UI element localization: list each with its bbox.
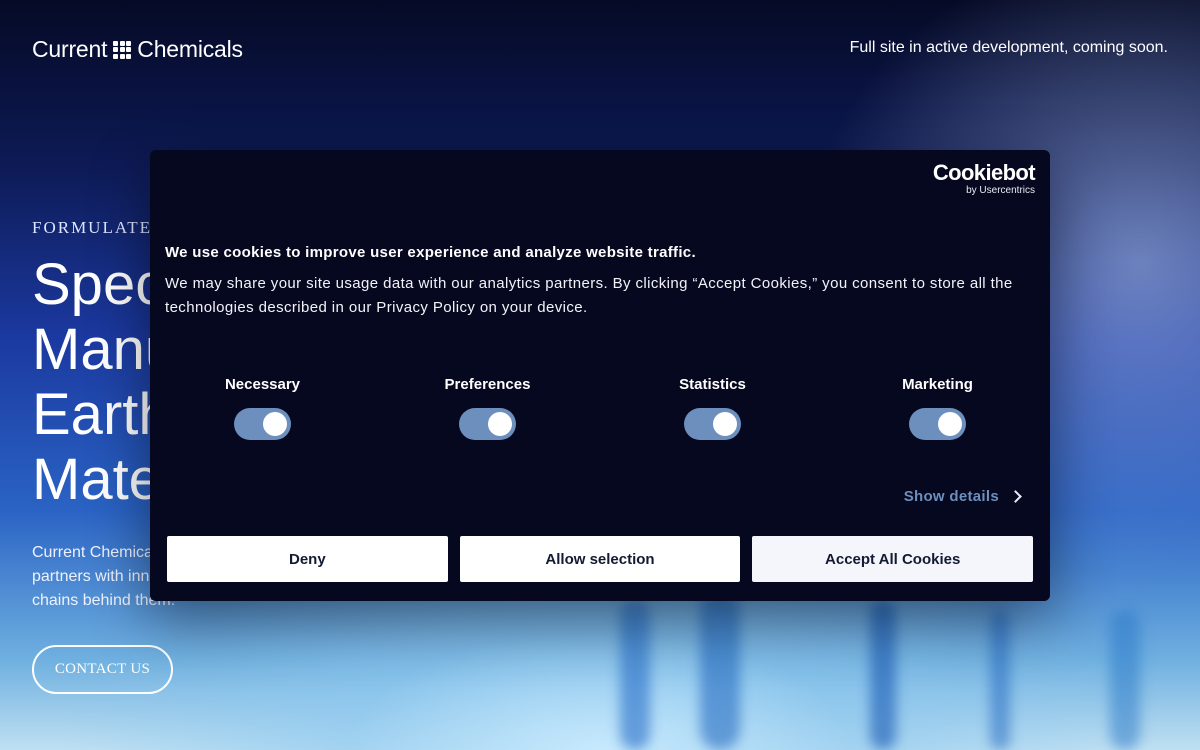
development-notice: Full site in active development, coming … [849,39,1168,56]
cookie-heading: We use cookies to improve user experienc… [165,244,696,261]
logo-grid-icon [113,40,132,59]
cookiebot-logo[interactable]: Cookiebot by Usercentrics [932,160,1036,197]
category-necessary: Necessary [150,376,375,440]
logo-text-left: Current [32,36,108,62]
chevron-right-icon [1009,490,1022,503]
allow-selection-button[interactable]: Allow selection [459,536,741,582]
category-preferences: Preferences [375,376,600,440]
necessary-toggle[interactable] [234,408,291,440]
show-details-link[interactable]: Show details [903,488,1022,505]
consent-categories: Necessary Preferences Statistics Marketi… [150,376,1050,440]
logo-text-right: Chemicals [137,36,243,62]
show-details-label: Show details [903,488,999,505]
toggle-knob [488,412,512,436]
category-label: Marketing [902,376,973,393]
cookie-consent-dialog: Cookiebot by Usercentrics We use cookies… [150,150,1050,601]
contact-us-button[interactable]: CONTACT US [32,645,173,694]
category-label: Statistics [679,376,746,393]
background-streak [1110,610,1140,750]
background-streak [870,600,896,750]
background-streak [990,610,1010,750]
site-logo[interactable]: Current Chemicals [32,36,243,63]
toggle-knob [938,412,962,436]
accept-all-cookies-button[interactable]: Accept All Cookies [752,536,1034,582]
cookie-description: We may share your site usage data with o… [165,275,1013,316]
cookiebot-brand-sub: by Usercentrics [966,185,1035,196]
category-label: Necessary [224,376,301,393]
background-streak [620,600,650,750]
marketing-toggle[interactable] [909,408,966,440]
preferences-toggle[interactable] [459,408,516,440]
deny-button[interactable]: Deny [167,536,448,582]
category-statistics: Statistics [600,376,825,440]
category-label: Preferences [444,376,531,393]
statistics-toggle[interactable] [684,408,741,440]
consent-buttons: Deny Allow selection Accept All Cookies [167,536,1034,582]
category-marketing: Marketing [825,376,1050,440]
cookiebot-brand-name: Cookiebot [932,160,1036,185]
toggle-knob [713,412,737,436]
toggle-knob [263,412,287,436]
background-streak [700,590,740,750]
